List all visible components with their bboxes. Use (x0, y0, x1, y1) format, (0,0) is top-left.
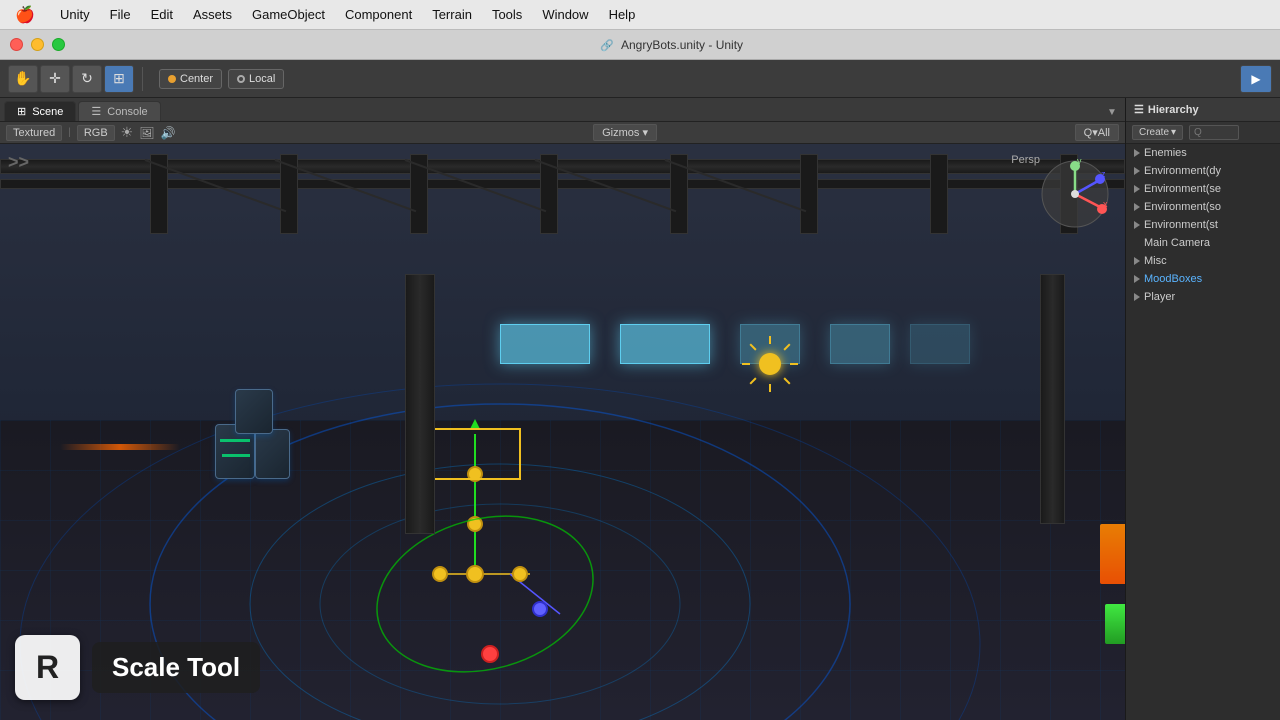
minimize-button[interactable] (31, 38, 44, 51)
menu-terrain[interactable]: Terrain (422, 0, 482, 29)
hierarchy-search-input[interactable] (1189, 125, 1239, 140)
svg-text:z: z (1101, 169, 1106, 179)
hierarchy-item-player[interactable]: Player (1126, 288, 1280, 306)
menu-edit[interactable]: Edit (141, 0, 183, 29)
scene-tabs: ⊞Scene ☰Console ▼ (0, 98, 1125, 122)
hierarchy-item-moodboxes[interactable]: MoodBoxes (1126, 270, 1280, 288)
skybox-toggle[interactable]: 🖼 (139, 126, 154, 140)
menu-tools[interactable]: Tools (482, 0, 532, 29)
scene-toolbar: Textured | RGB ☀ 🖼 🔊 Gizmos ▾ Q▾All (0, 122, 1125, 144)
expand-arrow-misc (1134, 257, 1140, 265)
svg-text:x: x (1103, 199, 1108, 209)
svg-text:y: y (1077, 159, 1082, 166)
orange-strip (60, 444, 180, 450)
accent-orange-right (1100, 524, 1125, 584)
barrel-accent-2 (222, 454, 250, 457)
window-title: 🔗 AngryBots.unity - Unity (73, 38, 1270, 52)
axis-gizmo-svg: y z x (1040, 159, 1110, 229)
panel-collapse-button[interactable]: ▼ (1103, 103, 1121, 121)
tab-scene[interactable]: ⊞Scene (4, 101, 76, 121)
axis-gizmo[interactable]: y z x (1040, 159, 1110, 229)
lighting-toggle[interactable]: ☀ (121, 124, 134, 141)
hierarchy-item-env-se[interactable]: Environment(se (1126, 180, 1280, 198)
pivot-toggle-group: Center Local (159, 69, 284, 89)
channel-select[interactable]: RGB (77, 125, 115, 141)
ceiling-girders (0, 154, 1125, 234)
play-controls: ▶ (1240, 65, 1272, 93)
hierarchy-item-enemies[interactable]: Enemies (1126, 144, 1280, 162)
hand-tool-button[interactable]: ✋ (8, 65, 38, 93)
bg-window-4 (830, 324, 890, 364)
hierarchy-item-env-so[interactable]: Environment(so (1126, 198, 1280, 216)
main-area: ⊞Scene ☰Console ▼ Textured | RGB ☀ 🖼 🔊 G… (0, 98, 1280, 720)
hierarchy-item-main-camera[interactable]: Main Camera (1126, 234, 1280, 252)
scene-viewport[interactable]: Persp >> y z (0, 144, 1125, 720)
expand-arrow-env-so (1134, 203, 1140, 211)
expand-arrow-env-se (1134, 185, 1140, 193)
bg-window-1 (500, 324, 590, 364)
nav-hint: >> (8, 152, 29, 173)
apple-menu[interactable]: 🍎 (0, 5, 50, 25)
menu-help[interactable]: Help (599, 0, 646, 29)
hierarchy-list: Enemies Environment(dy Environment(se En… (1126, 144, 1280, 306)
menu-component[interactable]: Component (335, 0, 422, 29)
expand-arrow-moodboxes (1134, 275, 1140, 283)
close-button[interactable] (10, 38, 23, 51)
toolbar-sep-1: | (68, 127, 71, 138)
main-toolbar: ✋ ✛ ↻ ⊞ Center Local ▶ (0, 60, 1280, 98)
sun-gizmo (750, 344, 790, 384)
barrel-3 (235, 389, 273, 434)
pillar-right (1040, 274, 1065, 524)
render-mode-select[interactable]: Textured (6, 125, 62, 141)
menu-file[interactable]: File (100, 0, 141, 29)
hierarchy-panel: ☰ Hierarchy Create ▾ Enemies Environment… (1125, 98, 1280, 720)
barrel-accent-1 (220, 439, 250, 442)
move-tool-button[interactable]: ✛ (40, 65, 70, 93)
audio-toggle[interactable]: 🔊 (160, 126, 175, 140)
rotate-tool-button[interactable]: ↻ (72, 65, 102, 93)
perspective-label: Persp (1011, 154, 1040, 166)
hierarchy-create-button[interactable]: Create ▾ (1132, 125, 1183, 140)
hierarchy-item-env-dy[interactable]: Environment(dy (1126, 162, 1280, 180)
menu-gameobject[interactable]: GameObject (242, 0, 335, 29)
layers-dropdown[interactable]: Q▾All (1075, 124, 1119, 141)
sun-circle (759, 353, 781, 375)
expand-arrow-enemies (1134, 149, 1140, 157)
pillar-center (405, 274, 435, 534)
floor (0, 420, 1125, 720)
hierarchy-item-env-st[interactable]: Environment(st (1126, 216, 1280, 234)
expand-arrow-player (1134, 293, 1140, 301)
accent-green-right (1105, 604, 1125, 644)
hierarchy-icon: ☰ (1134, 103, 1144, 116)
expand-arrow-env-dy (1134, 167, 1140, 175)
bg-window-5 (910, 324, 970, 364)
expand-arrow-env-st (1134, 221, 1140, 229)
local-coords-button[interactable]: Local (228, 69, 284, 89)
barrel-2 (255, 429, 290, 479)
hierarchy-title: ☰ Hierarchy (1134, 103, 1199, 116)
menu-bar: 🍎 Unity File Edit Assets GameObject Comp… (0, 0, 1280, 30)
play-button[interactable]: ▶ (1240, 65, 1272, 93)
menu-assets[interactable]: Assets (183, 0, 242, 29)
hierarchy-toolbar: Create ▾ (1126, 122, 1280, 144)
maximize-button[interactable] (52, 38, 65, 51)
center-pivot-button[interactable]: Center (159, 69, 222, 89)
tab-console[interactable]: ☰Console (78, 101, 160, 121)
scene-panel: ⊞Scene ☰Console ▼ Textured | RGB ☀ 🖼 🔊 G… (0, 98, 1125, 720)
hierarchy-header: ☰ Hierarchy (1126, 98, 1280, 122)
gizmos-dropdown[interactable]: Gizmos ▾ (593, 124, 657, 141)
tool-group: ✋ ✛ ↻ ⊞ (8, 65, 134, 93)
floor-grid-svg (0, 420, 1125, 720)
bg-window-2 (620, 324, 710, 364)
hierarchy-item-misc[interactable]: Misc (1126, 252, 1280, 270)
menu-unity[interactable]: Unity (50, 0, 100, 29)
menu-window[interactable]: Window (532, 0, 598, 29)
title-bar: 🔗 AngryBots.unity - Unity (0, 30, 1280, 60)
toolbar-separator (142, 67, 143, 91)
scale-tool-button[interactable]: ⊞ (104, 65, 134, 93)
